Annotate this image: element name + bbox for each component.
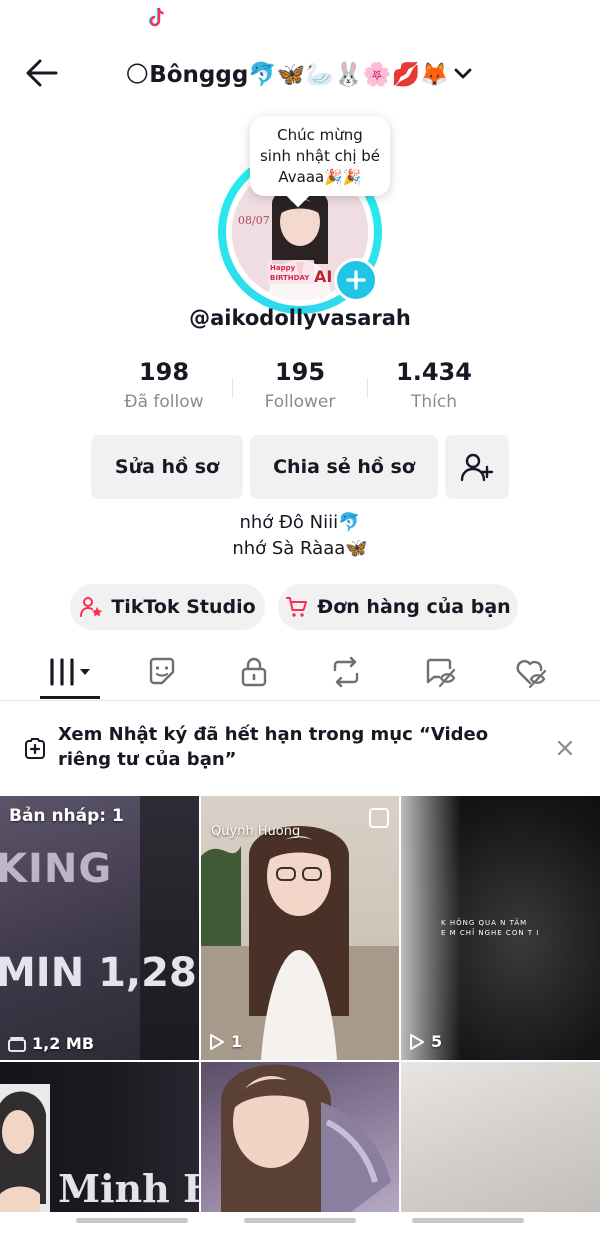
tagged-icon — [426, 658, 456, 688]
liked-icon — [516, 660, 547, 688]
add-friend-button[interactable] — [445, 435, 509, 499]
draft-tile[interactable]: KING MIN 1,282 Bản nháp: 1 1,2 MB — [0, 796, 199, 1060]
following-count: 198 — [138, 358, 190, 386]
share-profile-button[interactable]: Chia sẻ hồ sơ — [250, 435, 438, 499]
person-add-icon — [460, 453, 494, 482]
likes-label: Thích — [410, 392, 457, 412]
diary-icon — [22, 736, 48, 762]
video-tile[interactable] — [201, 1062, 399, 1212]
tile-username: Quynh Huong — [211, 824, 301, 839]
tile-title-text: Minh H — [58, 1166, 199, 1211]
svg-text:AI: AI — [314, 267, 332, 286]
tab-liked[interactable] — [503, 650, 559, 694]
draft-bg-text-2: MIN 1,282 — [0, 950, 199, 996]
drafts-icon — [8, 1036, 26, 1052]
tile-caption: K HÔNG QUA N TÂM E M CHỈ NGHE CON T I — [441, 919, 540, 937]
studio-icon — [80, 597, 103, 617]
account-switcher[interactable]: 🌕Bônggg🐬🦋🦢🐰🌸💋🦊 — [100, 54, 500, 94]
svg-text:Happy: Happy — [270, 264, 296, 272]
chevron-down-icon — [453, 63, 475, 85]
edit-profile-button[interactable]: Sửa hồ sơ — [91, 435, 243, 499]
orders-label: Đơn hàng của bạn — [317, 596, 511, 618]
followers-count: 195 — [274, 358, 326, 386]
play-icon — [210, 1033, 224, 1050]
tiktok-notification-icon — [146, 6, 168, 30]
draft-bg-text-1: KING — [0, 846, 113, 892]
video-tile[interactable] — [401, 1062, 600, 1212]
bio-line-1: nhớ Đô Niii🐬 — [239, 512, 361, 533]
add-story-button[interactable] — [334, 258, 378, 302]
videos-grid-icon — [50, 658, 90, 686]
close-icon[interactable] — [554, 737, 576, 759]
tab-private[interactable] — [226, 650, 282, 694]
video-tile[interactable]: K HÔNG QUA N TÂM E M CHỈ NGHE CON T I 5 — [401, 796, 600, 1060]
tab-favorites[interactable] — [134, 650, 190, 694]
back-button[interactable] — [18, 52, 64, 94]
video-tile[interactable]: Minh H — [0, 1062, 199, 1212]
notice-text: Xem Nhật ký đã hết hạn trong mục “Video … — [58, 724, 489, 770]
likes-stat[interactable]: 1.434 Thích — [364, 358, 504, 412]
active-tab-indicator — [40, 696, 100, 699]
view-count: 5 — [431, 1032, 443, 1051]
draft-size: 1,2 MB — [32, 1034, 95, 1053]
draft-count-label: Bản nháp: 1 — [9, 806, 124, 826]
followers-stat[interactable]: 195 Follower — [230, 358, 370, 412]
tiktok-studio-label: TikTok Studio — [111, 596, 256, 618]
profile-handle: @aikodollyvasarah — [189, 306, 411, 330]
orders-button[interactable]: Đơn hàng của bạn — [278, 584, 518, 630]
favorites-icon — [149, 657, 175, 685]
followers-label: Follower — [264, 392, 336, 412]
video-tile[interactable]: Quynh Huong 1 — [201, 796, 399, 1060]
cart-icon — [286, 597, 308, 617]
bio-line-2: nhớ Sà Ràaa🦋 — [232, 538, 368, 559]
following-stat[interactable]: 198 Đã follow — [94, 358, 234, 412]
username-title: 🌕Bônggg🐬🦋🦢🐰🌸💋🦊 — [125, 61, 449, 88]
avatar-date-text: 08/07 — [238, 214, 270, 227]
view-count: 1 — [231, 1032, 243, 1051]
tab-tagged[interactable] — [412, 650, 468, 694]
likes-count: 1.434 — [396, 358, 472, 386]
plus-icon — [346, 270, 366, 290]
tab-reposts[interactable] — [318, 650, 374, 694]
tiktok-studio-button[interactable]: TikTok Studio — [70, 584, 265, 630]
lock-icon — [241, 657, 267, 687]
play-icon — [410, 1033, 424, 1050]
story-note-bubble[interactable]: Chúc mừng sinh nhật chị bé Avaaa🎉🎉 — [250, 116, 390, 196]
select-checkbox[interactable] — [369, 808, 389, 828]
arrow-left-icon — [26, 59, 58, 87]
repost-icon — [333, 656, 359, 688]
tab-videos[interactable] — [42, 650, 98, 694]
following-label: Đã follow — [124, 392, 204, 412]
svg-text:BIRTHDAY: BIRTHDAY — [270, 274, 310, 282]
